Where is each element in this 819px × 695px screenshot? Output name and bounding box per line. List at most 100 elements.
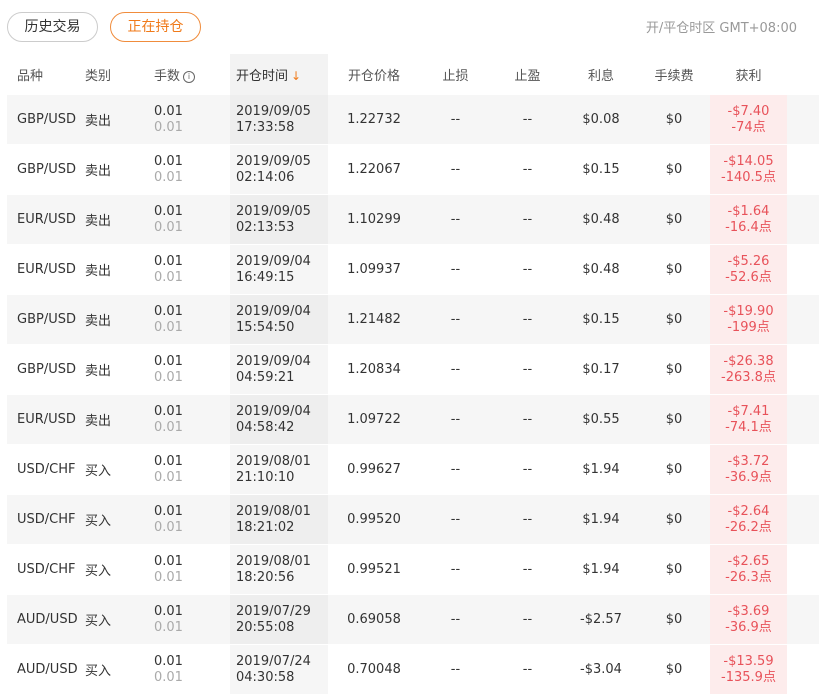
- lots-value: 0.01: [154, 503, 183, 519]
- column-header-interest: 利息: [587, 69, 614, 84]
- row-spacer-cell: [787, 444, 819, 495]
- lots-sub-value: 0.01: [154, 619, 183, 635]
- open-time: 18:21:02: [236, 519, 295, 535]
- interest-cell: $1.94: [564, 494, 638, 545]
- table-row[interactable]: EUR/USD 卖出 0.01 0.01 2019/09/05 02:13:53 1.102…: [7, 194, 819, 245]
- pnl-points: -16.4点: [725, 219, 772, 235]
- type-cell: 卖出: [83, 344, 152, 395]
- column-header-take-profit: 止盈: [514, 69, 541, 84]
- column-header-open-time[interactable]: 开仓时间 ↓: [230, 54, 328, 95]
- column-header-lots: 手数 i: [152, 54, 230, 95]
- table-row[interactable]: USD/CHF 买入 0.01 0.01 2019/08/01 18:21:02 0.995…: [7, 494, 819, 545]
- symbol-cell: GBP/USD: [7, 344, 83, 395]
- tab-open-positions[interactable]: 正在持仓: [110, 12, 201, 42]
- stop-loss-cell: --: [420, 95, 491, 145]
- pnl-cell: -$13.59 -135.9点: [710, 644, 787, 695]
- fee-cell: $0: [638, 244, 710, 295]
- row-spacer-cell: [787, 344, 819, 395]
- stop-loss-cell: --: [420, 294, 491, 345]
- stop-loss-cell: --: [420, 494, 491, 545]
- pnl-amount: -$3.72: [727, 453, 770, 469]
- open-time: 04:30:58: [236, 669, 295, 685]
- lots-sub-value: 0.01: [154, 119, 183, 135]
- open-time-cell: 2019/09/04 04:59:21: [230, 344, 328, 395]
- table-row[interactable]: GBP/USD 卖出 0.01 0.01 2019/09/04 04:59:21 1.208…: [7, 344, 819, 395]
- lots-cell: 0.01 0.01: [152, 95, 230, 145]
- fee-cell: $0: [638, 494, 710, 545]
- table-row[interactable]: AUD/USD 买入 0.01 0.01 2019/07/29 20:55:08 0.690…: [7, 594, 819, 645]
- interest-cell: $0.17: [564, 344, 638, 395]
- open-time: 20:55:08: [236, 619, 295, 635]
- lots-cell: 0.01 0.01: [152, 644, 230, 695]
- take-profit-cell: --: [491, 294, 564, 345]
- open-price-cell: 0.99627: [328, 444, 420, 495]
- pnl-amount: -$2.65: [727, 553, 770, 569]
- row-spacer-cell: [787, 544, 819, 595]
- table-row[interactable]: GBP/USD 卖出 0.01 0.01 2019/09/05 17:33:58 1.227…: [7, 95, 819, 145]
- lots-sub-value: 0.01: [154, 569, 183, 585]
- table-row[interactable]: EUR/USD 卖出 0.01 0.01 2019/09/04 16:49:15 1.099…: [7, 244, 819, 295]
- lots-sub-value: 0.01: [154, 269, 183, 285]
- lots-value: 0.01: [154, 253, 183, 269]
- open-time: 02:13:53: [236, 219, 295, 235]
- open-price-cell: 1.22732: [328, 95, 420, 145]
- open-time-cell: 2019/09/05 17:33:58: [230, 95, 328, 145]
- fee-cell: $0: [638, 644, 710, 695]
- sort-down-arrow-icon[interactable]: ↓: [291, 69, 301, 83]
- column-header-fee: 手续费: [654, 69, 694, 84]
- lots-cell: 0.01 0.01: [152, 144, 230, 195]
- pnl-points: -74点: [731, 119, 766, 135]
- table-row[interactable]: AUD/USD 买入 0.01 0.01 2019/07/24 04:30:58 0.700…: [7, 644, 819, 695]
- open-time-cell: 2019/08/01 21:10:10: [230, 444, 328, 495]
- row-spacer-cell: [787, 144, 819, 195]
- table-row[interactable]: EUR/USD 卖出 0.01 0.01 2019/09/04 04:58:42 1.097…: [7, 394, 819, 445]
- take-profit-cell: --: [491, 594, 564, 645]
- row-spacer-cell: [787, 644, 819, 695]
- open-date: 2019/09/04: [236, 303, 311, 319]
- pnl-points: -199点: [727, 319, 770, 335]
- pnl-cell: -$1.64 -16.4点: [710, 194, 787, 245]
- pnl-points: -140.5点: [721, 169, 776, 185]
- table-row[interactable]: USD/CHF 买入 0.01 0.01 2019/08/01 18:20:56 0.995…: [7, 544, 819, 595]
- pnl-cell: -$3.72 -36.9点: [710, 444, 787, 495]
- row-spacer-cell: [787, 294, 819, 345]
- pnl-cell: -$19.90 -199点: [710, 294, 787, 345]
- pnl-cell: -$7.40 -74点: [710, 95, 787, 145]
- pnl-points: -26.3点: [725, 569, 772, 585]
- table-row[interactable]: GBP/USD 卖出 0.01 0.01 2019/09/05 02:14:06 1.220…: [7, 144, 819, 195]
- lots-value: 0.01: [154, 553, 183, 569]
- type-cell: 买入: [83, 544, 152, 595]
- pnl-points: -52.6点: [725, 269, 772, 285]
- table-header-row: 品种 类别 手数 i 开仓时间 ↓ 开仓价格 止损 止盈 利息 手续费 获利: [7, 54, 819, 95]
- open-date: 2019/07/24: [236, 653, 311, 669]
- pnl-cell: -$2.65 -26.3点: [710, 544, 787, 595]
- symbol-cell: EUR/USD: [7, 394, 83, 445]
- lots-cell: 0.01 0.01: [152, 494, 230, 545]
- type-cell: 买入: [83, 444, 152, 495]
- stop-loss-cell: --: [420, 544, 491, 595]
- interest-cell: $1.94: [564, 444, 638, 495]
- type-cell: 卖出: [83, 144, 152, 195]
- open-price-cell: 1.20834: [328, 344, 420, 395]
- take-profit-cell: --: [491, 95, 564, 145]
- open-price-cell: 1.22067: [328, 144, 420, 195]
- interest-cell: $0.08: [564, 95, 638, 145]
- table-row[interactable]: GBP/USD 卖出 0.01 0.01 2019/09/04 15:54:50 1.214…: [7, 294, 819, 345]
- info-circle-icon[interactable]: i: [183, 71, 196, 83]
- pnl-points: -263.8点: [721, 369, 776, 385]
- open-price-cell: 1.10299: [328, 194, 420, 245]
- lots-value: 0.01: [154, 453, 183, 469]
- open-time-cell: 2019/07/24 04:30:58: [230, 644, 328, 695]
- open-price-cell: 1.09722: [328, 394, 420, 445]
- tab-history-trades[interactable]: 历史交易: [7, 12, 98, 42]
- table-row[interactable]: USD/CHF 买入 0.01 0.01 2019/08/01 21:10:10 0.996…: [7, 444, 819, 495]
- lots-cell: 0.01 0.01: [152, 344, 230, 395]
- symbol-cell: GBP/USD: [7, 144, 83, 195]
- symbol-cell: GBP/USD: [7, 294, 83, 345]
- pnl-points: -74.1点: [725, 419, 772, 435]
- open-date: 2019/08/01: [236, 453, 311, 469]
- row-spacer-cell: [787, 194, 819, 245]
- open-date: 2019/07/29: [236, 603, 311, 619]
- fee-cell: $0: [638, 144, 710, 195]
- lots-cell: 0.01 0.01: [152, 444, 230, 495]
